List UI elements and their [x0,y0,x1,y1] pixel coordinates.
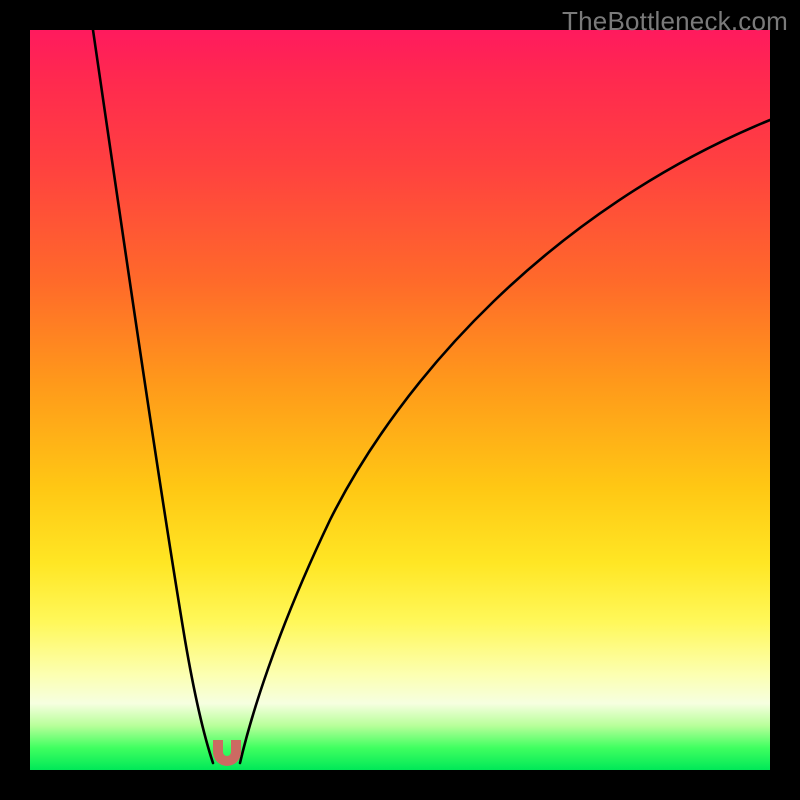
chart-frame: TheBottleneck.com [0,0,800,800]
watermark-text: TheBottleneck.com [562,6,788,37]
plot-area [30,30,770,770]
left-curve [93,30,213,763]
curves-svg [30,30,770,770]
right-curve [240,120,770,763]
